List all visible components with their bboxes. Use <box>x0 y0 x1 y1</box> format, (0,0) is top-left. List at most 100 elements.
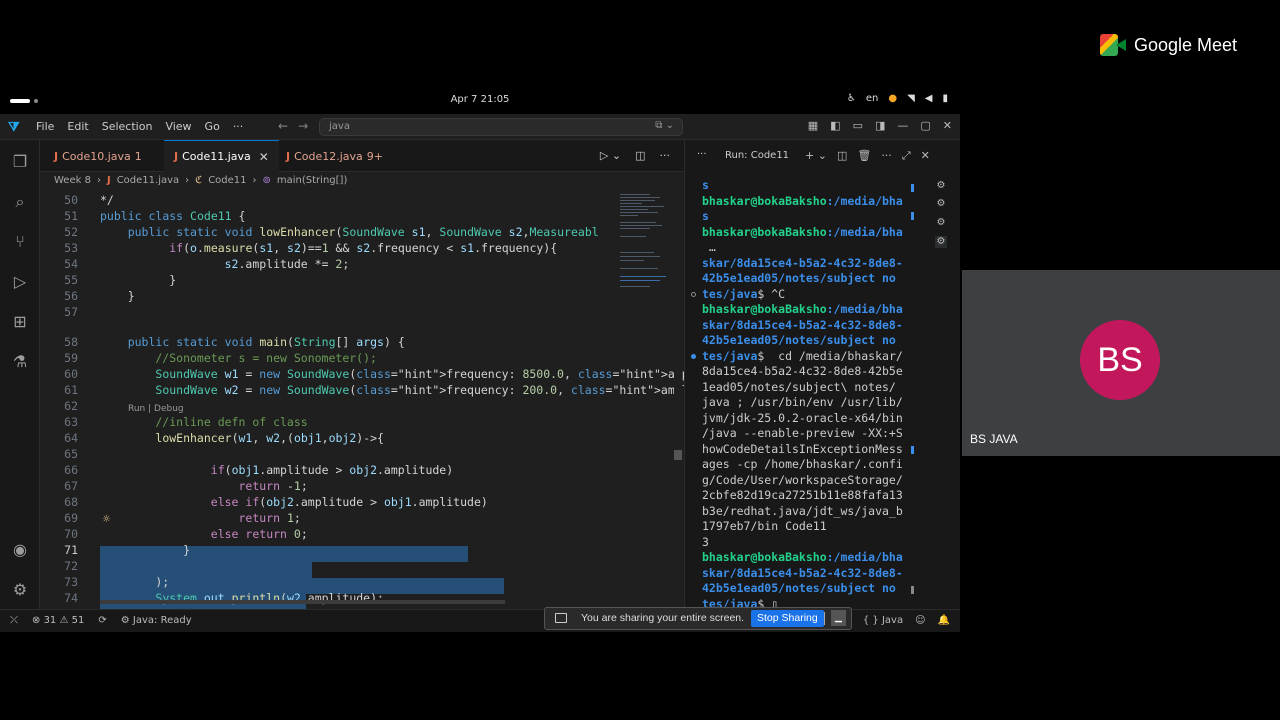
menu-item[interactable]: View <box>165 120 191 133</box>
code-line[interactable]: 52 public static void lowEnhancer(SoundW… <box>40 224 620 240</box>
settings-gear-icon[interactable]: ⚙ <box>10 580 30 600</box>
wifi-icon[interactable]: ◥ <box>907 93 915 104</box>
layout-panel-icon[interactable]: ▦ <box>808 119 818 132</box>
code-line[interactable]: 67 return -1; <box>40 478 620 494</box>
split-editor-icon[interactable]: ◫ <box>635 149 645 162</box>
close-tab-icon[interactable]: ✕ <box>259 150 269 164</box>
more-actions-icon[interactable]: ··· <box>881 149 892 163</box>
tab-code12[interactable]: J Code12.java 9+ <box>276 140 393 172</box>
code-line[interactable]: 71 } <box>40 542 620 558</box>
code-line[interactable]: 61 SoundWave w2 = new SoundWave(class="h… <box>40 382 684 398</box>
copilot-icon[interactable]: ⧉ ⌄ <box>655 120 674 131</box>
accessibility-icon[interactable]: ♿ <box>847 93 856 104</box>
notifications-bell-icon[interactable]: 🔔 <box>938 615 950 626</box>
code-line[interactable]: 59 //Sonometer s = new Sonometer(); <box>40 350 620 366</box>
tab-code10[interactable]: J Code10.java 1 <box>44 140 152 172</box>
java-status[interactable]: ⚙ Java: Ready <box>121 615 192 626</box>
code-line[interactable]: 54 s2.amplitude *= 2; <box>40 256 620 272</box>
code-line[interactable]: 68 else if(obj2.amplitude > obj1.amplitu… <box>40 494 620 510</box>
minimize-icon[interactable]: — <box>897 119 908 132</box>
horizontal-scrollbar[interactable] <box>100 600 505 604</box>
tab-code11[interactable]: J Code11.java ✕ <box>164 140 279 172</box>
new-terminal-icon[interactable]: + ⌄ <box>805 149 827 163</box>
battery-icon[interactable]: ▮ <box>942 93 948 104</box>
code-line[interactable]: 55 } <box>40 272 620 288</box>
terminal-scrollbar[interactable] <box>911 180 915 610</box>
stop-sharing-button[interactable]: Stop Sharing <box>751 610 824 627</box>
code-line[interactable]: 53 if(o.measure(s1, s2)==1 && s2.frequen… <box>40 240 620 256</box>
more-actions-icon[interactable]: ··· <box>660 149 671 162</box>
code-line[interactable]: 65 <box>40 446 620 462</box>
code-line[interactable]: 73 ); <box>40 574 620 590</box>
breadcrumb-method[interactable]: main(String[]) <box>277 175 347 186</box>
remote-icon[interactable]: ⤫ <box>10 615 18 626</box>
run-file-icon[interactable]: ▷ ⌄ <box>600 149 621 162</box>
code-line[interactable]: 66 if(obj1.amplitude > obj2.amplitude) <box>40 462 620 478</box>
close-panel-icon[interactable]: ✕ <box>921 149 930 163</box>
code-line[interactable]: 58 public static void main(String[] args… <box>40 334 620 350</box>
code-line[interactable]: 69 return 1; <box>40 510 620 526</box>
code-line[interactable]: 60 SoundWave w1 = new SoundWave(class="h… <box>40 366 684 382</box>
forward-arrow-icon[interactable]: → <box>298 119 308 133</box>
code-line[interactable]: 70 else return 0; <box>40 526 620 542</box>
debug-terminal-icon[interactable]: ⚙ <box>935 198 947 210</box>
menu-item[interactable]: Go <box>205 120 220 133</box>
search-icon[interactable]: ⌕ <box>10 192 30 212</box>
breadcrumb-folder[interactable]: Week 8 <box>54 175 91 186</box>
code-editor[interactable]: 50 */51 public class Code11 {52 public sta… <box>40 188 684 609</box>
menu-item[interactable]: Edit <box>67 120 88 133</box>
code-line[interactable]: 64 lowEnhancer(w1, w2,(obj1,obj2)->{ <box>40 430 620 446</box>
breadcrumb-class[interactable]: Code11 <box>208 175 246 186</box>
command-decoration-icon[interactable] <box>691 354 696 359</box>
maximize-icon[interactable]: ▢ <box>920 119 930 132</box>
code-line[interactable]: 62 <box>40 398 620 414</box>
menu-item[interactable]: File <box>36 120 54 133</box>
run-debug-icon[interactable]: ▷ <box>10 272 30 292</box>
back-arrow-icon[interactable]: ← <box>278 119 288 133</box>
more-actions-icon[interactable]: ··· <box>697 149 707 160</box>
debug-terminal-icon[interactable]: ⚙ <box>935 217 947 229</box>
code-line[interactable]: 56 } <box>40 288 620 304</box>
system-clock[interactable]: Apr 7 21:05 <box>0 94 960 105</box>
account-icon[interactable]: ◉ <box>10 540 30 560</box>
terminal-output[interactable]: s bhaskar@bokaBaksho:/media/bha s bhaskar@b… <box>685 180 915 610</box>
panel-title[interactable]: Run: Code11 <box>725 150 789 161</box>
system-tray[interactable]: ♿ en ● ◥ ◀ ▮ <box>847 93 948 104</box>
code-line[interactable]: 57 <box>40 304 620 320</box>
maximize-panel-icon[interactable]: ⤢ <box>902 149 911 163</box>
toggle-panel-icon[interactable]: ▭ <box>853 119 863 132</box>
close-window-icon[interactable]: ✕ <box>943 119 952 132</box>
editor-scrollbar[interactable] <box>674 188 682 609</box>
code-line[interactable]: 72 <box>40 558 620 574</box>
codelens-run-debug[interactable]: Run | Debug <box>128 404 184 414</box>
hide-banner-button[interactable]: ▁ <box>831 610 846 626</box>
language-mode[interactable]: { } Java <box>863 615 903 626</box>
command-decoration-icon[interactable] <box>691 292 696 297</box>
testing-icon[interactable]: ⚗ <box>10 352 30 372</box>
kill-terminal-icon[interactable]: 🗑 <box>857 149 871 163</box>
toggle-sidebar-icon[interactable]: ◧ <box>830 119 840 132</box>
toggle-secondary-sidebar-icon[interactable]: ◨ <box>875 119 885 132</box>
menu-item[interactable]: Selection <box>102 120 153 133</box>
explorer-icon[interactable]: ❐ <box>10 152 30 172</box>
input-language[interactable]: en <box>866 93 879 104</box>
minimap[interactable] <box>620 192 670 302</box>
code-line[interactable]: 50 */ <box>40 192 620 208</box>
debug-terminal-icon[interactable]: ⚙ <box>935 180 947 192</box>
problems-indicator[interactable]: ⊗ 31 ⚠ 51 <box>32 615 84 626</box>
debug-terminal-icon[interactable]: ⚙ <box>935 236 947 248</box>
extensions-icon[interactable]: ⊞ <box>10 312 30 332</box>
split-terminal-icon[interactable]: ◫ <box>837 149 847 163</box>
source-control-icon[interactable]: ⑂ <box>10 232 30 252</box>
ports-icon[interactable]: ⟳ <box>98 615 106 626</box>
code-line[interactable]: 51 public class Code11 { <box>40 208 620 224</box>
command-center-search[interactable]: java ⧉ ⌄ <box>319 118 683 136</box>
menu-item[interactable]: ··· <box>233 120 244 133</box>
code-line[interactable]: 63 //inline defn of class <box>40 414 620 430</box>
breadcrumb-file[interactable]: Code11.java <box>117 175 179 186</box>
lightbulb-icon[interactable]: ☼ <box>102 514 111 525</box>
volume-icon[interactable]: ◀ <box>925 93 933 104</box>
copilot-status-icon[interactable]: ☺ <box>915 615 925 626</box>
participant-tile[interactable]: BS BS JAVA <box>962 270 1280 456</box>
mic-icon[interactable]: ● <box>888 93 897 104</box>
